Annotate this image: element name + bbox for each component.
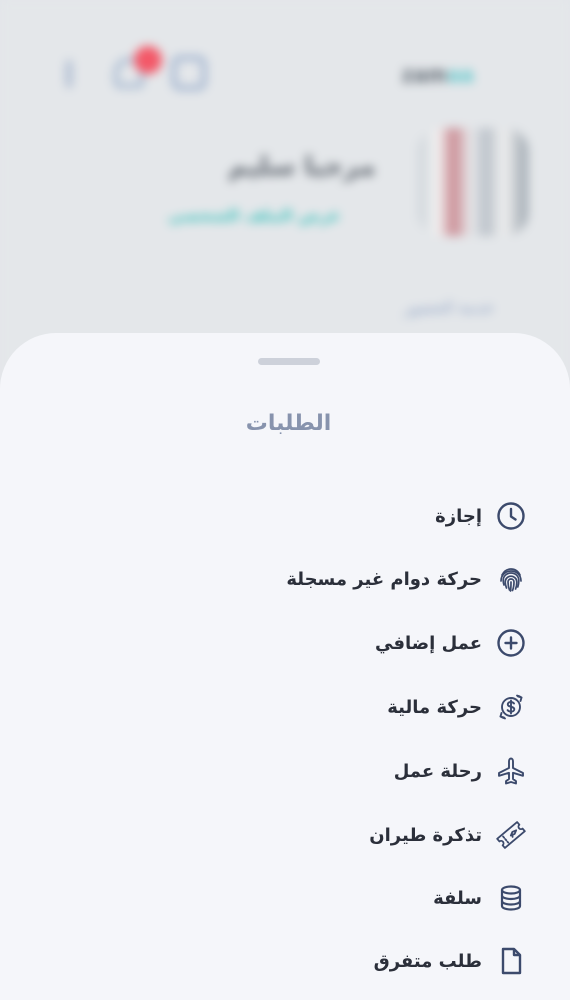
avatar[interactable] (418, 128, 528, 236)
request-item-overtime[interactable]: عمل إضافي (375, 623, 528, 663)
request-item-business-trip[interactable]: رحلة عمل (394, 751, 528, 791)
request-item-label: حركة دوام غير مسجلة (286, 568, 482, 590)
section-label: خدمة الحضور (404, 298, 495, 317)
request-item-label: سلفة (433, 887, 482, 909)
greeting-text: مرحبا سليم (228, 152, 376, 182)
request-item-label: رحلة عمل (393, 760, 482, 782)
request-item-miscellaneous[interactable]: طلب متفرق (374, 941, 528, 981)
app-logo: zamaa (402, 62, 475, 87)
notification-badge (134, 46, 162, 74)
more-menu-icon[interactable] (66, 60, 72, 88)
database-icon (494, 881, 528, 915)
ticket-icon (494, 818, 528, 852)
request-item-label: تذكرة طيران (369, 824, 482, 846)
document-icon (494, 944, 528, 978)
request-item-flight-ticket[interactable]: تذكرة طيران (369, 815, 528, 855)
airplane-icon (494, 754, 528, 788)
request-item-label: إجازة (435, 505, 482, 527)
request-item-advance[interactable]: سلفة (433, 878, 528, 918)
request-item-financial[interactable]: حركة مالية (387, 687, 528, 727)
fingerprint-icon (494, 562, 528, 596)
request-item-leave[interactable]: إجازة (435, 496, 528, 536)
request-item-label: حركة مالية (387, 696, 482, 718)
sheet-title: الطلبات (245, 411, 332, 436)
sheet-drag-handle[interactable] (258, 358, 320, 365)
requests-bottom-sheet: الطلبات إجازة حركة دوام غير مسجلة عمل إض… (0, 333, 570, 1000)
view-profile-link[interactable]: عرض الملف الشخصي (168, 206, 341, 225)
request-item-label: طلب متفرق (373, 950, 482, 972)
calendar-icon[interactable] (172, 56, 206, 90)
request-item-label: عمل إضافي (374, 632, 482, 654)
money-exchange-icon (494, 690, 528, 724)
request-item-attendance-correction[interactable]: حركة دوام غير مسجلة (286, 559, 528, 599)
clock-icon (494, 499, 528, 533)
plus-circle-icon (494, 626, 528, 660)
